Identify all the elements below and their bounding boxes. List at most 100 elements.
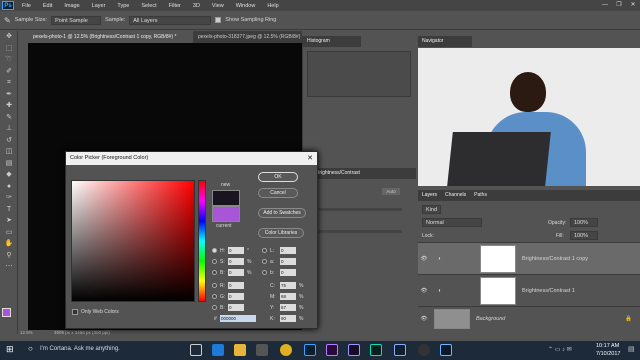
menu-select[interactable]: Select — [135, 3, 162, 9]
contrast-slider[interactable] — [316, 230, 402, 233]
fill-input[interactable]: 100% — [570, 231, 598, 240]
menu-edit[interactable]: Edit — [37, 3, 58, 9]
hand-tool-icon[interactable]: ✋ — [0, 238, 18, 250]
cortana-search-box[interactable]: I'm Cortana. Ask me anything. — [40, 346, 120, 352]
menu-view[interactable]: View — [206, 3, 230, 9]
restore-icon[interactable]: ❐ — [612, 0, 626, 11]
brightness-slider[interactable] — [316, 208, 402, 211]
notifications-icon[interactable]: ▤ — [628, 345, 635, 353]
lightroom-taskbar-icon[interactable] — [440, 344, 452, 356]
audition-taskbar-icon[interactable] — [370, 344, 382, 356]
media-encoder-taskbar-icon[interactable] — [394, 344, 406, 356]
edge-icon[interactable] — [212, 344, 224, 356]
green-input[interactable]: 0 — [228, 293, 244, 300]
saturation-radio[interactable] — [212, 259, 217, 264]
premiere-taskbar-icon[interactable] — [326, 344, 338, 356]
color-libraries-button[interactable]: Color Libraries — [258, 228, 304, 238]
red-input[interactable]: 0 — [228, 282, 244, 289]
type-tool-icon[interactable]: T — [0, 204, 18, 216]
crop-tool-icon[interactable]: ⌗ — [0, 77, 18, 89]
menu-file[interactable]: File — [16, 3, 37, 9]
move-tool-icon[interactable]: ✥ — [0, 31, 18, 43]
brightness-input[interactable]: 0 — [228, 269, 244, 276]
gradient-tool-icon[interactable]: ▤ — [0, 158, 18, 170]
lab-a-radio[interactable] — [262, 259, 267, 264]
black-input[interactable]: 90 — [280, 315, 296, 322]
healing-tool-icon[interactable]: ✚ — [0, 100, 18, 112]
lab-l-input[interactable]: 0 — [280, 247, 296, 254]
tab-document-2[interactable]: pexels-photo-318377.jpeg @ 12.5% (RGB/8#… — [193, 31, 302, 43]
windows-start-icon[interactable]: ⊞ — [6, 344, 14, 355]
marquee-tool-icon[interactable]: ⬚ — [0, 43, 18, 55]
menu-3d[interactable]: 3D — [187, 3, 206, 9]
red-radio[interactable] — [212, 283, 217, 288]
minimize-icon[interactable]: — — [598, 0, 612, 11]
layer-filter-select[interactable]: Kind — [422, 205, 442, 214]
menu-type[interactable]: Type — [111, 3, 135, 9]
eyedropper-tool-icon[interactable]: ✎ — [4, 16, 11, 25]
tab-document-1[interactable]: pexels-photo-1 @ 12.5% (Brightness/Contr… — [28, 31, 193, 43]
sample-size-select[interactable]: Point Sample — [51, 15, 102, 25]
tab-layers[interactable]: Layers — [422, 190, 437, 201]
hue-slider[interactable] — [198, 180, 206, 302]
eraser-tool-icon[interactable]: ◫ — [0, 146, 18, 158]
sample-select[interactable]: All Layers — [129, 15, 212, 25]
menu-filter[interactable]: Filter — [163, 3, 187, 9]
photoshop-taskbar-icon[interactable] — [304, 344, 316, 356]
more-tools-icon[interactable]: ⋯ — [0, 261, 18, 273]
menu-window[interactable]: Window — [230, 3, 262, 9]
dodge-tool-icon[interactable]: ● — [0, 181, 18, 193]
visibility-eye-icon[interactable]: 👁 — [418, 256, 430, 262]
history-brush-tool-icon[interactable]: ↺ — [0, 135, 18, 147]
only-web-colors-checkbox[interactable] — [72, 309, 78, 315]
after-effects-taskbar-icon[interactable] — [348, 344, 360, 356]
chrome-icon[interactable] — [280, 344, 292, 356]
blue-input[interactable]: 0 — [228, 304, 244, 311]
menu-help[interactable]: Help — [261, 3, 284, 9]
magenta-input[interactable]: 68 — [280, 293, 296, 300]
visibility-eye-icon[interactable]: 👁 — [418, 316, 430, 322]
hue-radio[interactable] — [212, 248, 217, 253]
clock-date[interactable]: 7/10/2017 — [596, 351, 620, 357]
blend-mode-select[interactable]: Normal — [422, 218, 482, 227]
close-icon[interactable]: ✕ — [626, 0, 640, 11]
pen-tool-icon[interactable]: ✑ — [0, 192, 18, 204]
system-tray-icons[interactable]: ⌃ ▭ ♪ ✉ — [548, 346, 572, 353]
menu-image[interactable]: Image — [58, 3, 85, 9]
app-taskbar-icon[interactable] — [418, 344, 430, 356]
stamp-tool-icon[interactable]: ⊥ — [0, 123, 18, 135]
navigator-preview[interactable] — [418, 48, 640, 186]
ok-button[interactable]: OK — [258, 172, 298, 182]
hue-input[interactable]: 0 — [228, 247, 244, 254]
shape-tool-icon[interactable]: ▭ — [0, 227, 18, 239]
cortana-icon[interactable]: ○ — [28, 344, 33, 353]
path-select-tool-icon[interactable]: ➤ — [0, 215, 18, 227]
file-explorer-icon[interactable] — [234, 344, 246, 356]
add-to-swatches-button[interactable]: Add to Swatches — [258, 208, 306, 218]
lab-a-input[interactable]: 0 — [280, 258, 296, 265]
color-field[interactable] — [71, 180, 195, 302]
lasso-tool-icon[interactable]: ➰ — [0, 54, 18, 66]
lab-b-radio[interactable] — [262, 270, 267, 275]
task-view-icon[interactable] — [190, 344, 202, 356]
lab-l-radio[interactable] — [262, 248, 267, 253]
close-icon[interactable]: ✕ — [307, 152, 313, 165]
cyan-input[interactable]: 75 — [280, 282, 296, 289]
cancel-button[interactable]: Cancel — [258, 188, 298, 198]
current-color-swatch[interactable] — [212, 206, 240, 222]
yellow-input[interactable]: 67 — [280, 304, 296, 311]
layer-row[interactable]: 👁 Background 🔒 — [418, 306, 640, 330]
auto-button[interactable]: Auto — [382, 188, 400, 195]
blue-radio[interactable] — [212, 305, 217, 310]
blur-tool-icon[interactable]: ◆ — [0, 169, 18, 181]
brush-tool-icon[interactable]: ✎ — [0, 112, 18, 124]
layer-row[interactable]: 👁 ◐ Brightness/Contrast 1 — [418, 274, 640, 306]
tab-channels[interactable]: Channels — [445, 190, 466, 201]
saturation-input[interactable]: 0 — [228, 258, 244, 265]
clock-time[interactable]: 10:17 AM — [596, 343, 619, 349]
store-icon[interactable] — [256, 344, 268, 356]
layer-row[interactable]: 👁 ◐ Brightness/Contrast 1 copy — [418, 242, 640, 274]
menu-layer[interactable]: Layer — [86, 3, 112, 9]
eyedropper-tool-icon[interactable]: ✒ — [0, 89, 18, 101]
zoom-tool-icon[interactable]: ⚲ — [0, 250, 18, 262]
